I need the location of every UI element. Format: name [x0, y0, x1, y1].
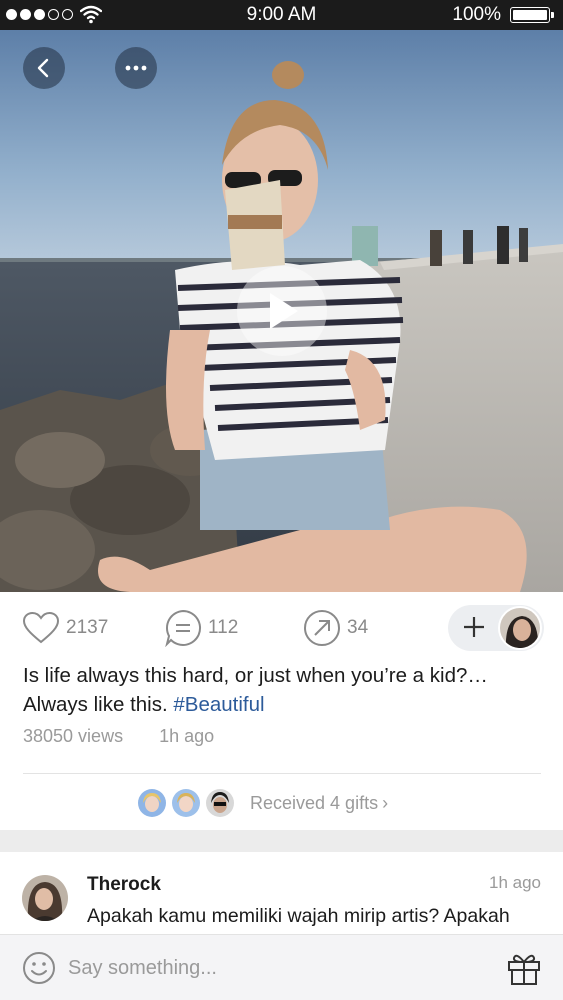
gift-sender-avatar [138, 789, 166, 817]
battery-icon [510, 7, 554, 23]
play-icon [270, 293, 298, 329]
post-meta: 38050 views 1h ago [23, 726, 214, 747]
gifts-label: Received 4 gifts [250, 792, 379, 813]
gift-sender-avatar [206, 789, 234, 817]
gifts-received[interactable]: Received 4 gifts › [138, 788, 388, 818]
more-options-button[interactable] [115, 47, 157, 89]
more-icon [125, 65, 147, 71]
comment-button[interactable]: 112 [164, 605, 238, 651]
comment-text: Apakah kamu memiliki wajah mirip artis? … [87, 905, 510, 927]
share-count: 34 [347, 617, 369, 638]
gift-icon[interactable] [506, 950, 542, 986]
share-icon [304, 610, 340, 646]
gift-sender-avatar [172, 789, 200, 817]
follow-button[interactable] [448, 605, 544, 651]
like-button[interactable]: 2137 [22, 605, 108, 651]
commenter-name[interactable]: Therock [87, 874, 161, 896]
commenter-avatar[interactable] [22, 875, 68, 921]
section-gap [0, 830, 563, 852]
heart-icon [22, 611, 60, 644]
like-count: 2137 [66, 617, 109, 638]
divider [23, 773, 541, 774]
back-icon [37, 58, 49, 78]
hashtag-link[interactable]: #Beautiful [173, 693, 264, 716]
caption-text-continued: Always like this. [23, 693, 168, 716]
view-count: 38050 views [23, 726, 124, 746]
caption-text: Is life always this hard, or just when y… [23, 664, 488, 687]
comment-count: 112 [208, 617, 239, 638]
comment-input[interactable] [68, 951, 468, 985]
comment-time: 1h ago [489, 873, 541, 892]
plus-icon [464, 617, 484, 637]
smiley-icon[interactable] [22, 951, 56, 985]
battery-percent: 100% [452, 4, 501, 25]
post-video[interactable] [0, 30, 563, 592]
post-time: 1h ago [159, 726, 215, 746]
author-avatar [498, 606, 542, 650]
share-button[interactable]: 34 [303, 605, 368, 651]
comment-item: Therock 1h ago Apakah kamu memiliki waja… [0, 852, 563, 934]
chevron-right-icon: › [382, 792, 389, 813]
post-caption: Is life always this hard, or just when y… [23, 661, 543, 719]
comment-input-bar [0, 934, 563, 1000]
comment-icon [165, 609, 202, 647]
post-actions: 2137 112 34 [0, 605, 563, 651]
status-bar: 9:00 AM 100% [0, 0, 563, 30]
play-button[interactable] [237, 266, 327, 356]
back-button[interactable] [23, 47, 65, 89]
